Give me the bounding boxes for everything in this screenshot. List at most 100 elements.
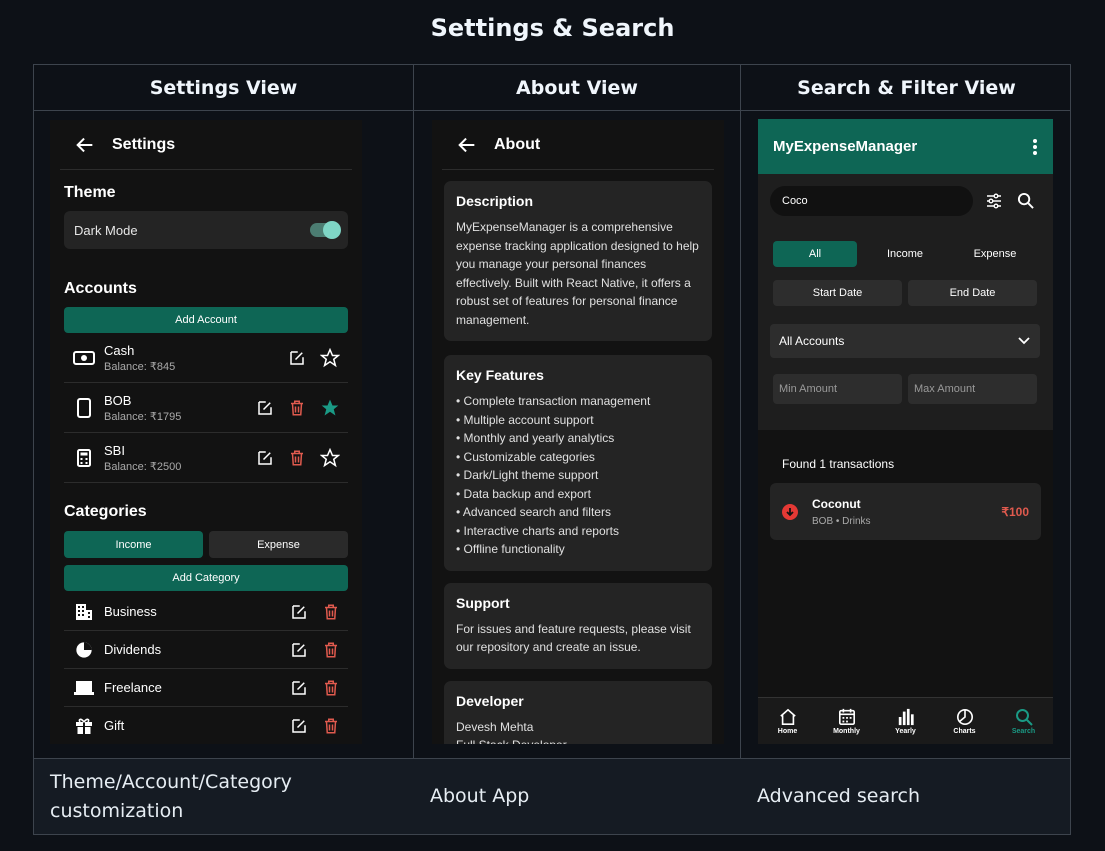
- nav-label: Charts: [953, 727, 976, 735]
- add-category-button[interactable]: Add Category: [64, 565, 348, 591]
- category-name: Dividends: [104, 642, 162, 657]
- trash-icon[interactable]: [288, 399, 306, 417]
- category-name: Business: [104, 604, 157, 619]
- features-card: Key Features • Complete transaction mana…: [444, 355, 712, 571]
- edit-icon[interactable]: [256, 399, 274, 417]
- more-vert-icon[interactable]: [1032, 138, 1038, 156]
- dark-mode-toggle[interactable]: [310, 221, 341, 239]
- search-screen: MyExpenseManager Coco All Income Expense…: [758, 119, 1053, 744]
- max-amount-input[interactable]: Max Amount: [908, 374, 1037, 404]
- edit-icon[interactable]: [288, 349, 306, 367]
- account-row[interactable]: Cash Balance: ₹845: [64, 333, 348, 383]
- min-amount-input[interactable]: Min Amount: [773, 374, 902, 404]
- card-heading: Key Features: [456, 367, 544, 383]
- card-heading: Developer: [456, 692, 524, 709]
- caption-settings: Theme/Account/Category customization: [50, 770, 292, 822]
- edit-icon[interactable]: [290, 679, 308, 697]
- account-name: Cash: [104, 342, 135, 358]
- column-header-about: About View: [516, 77, 638, 99]
- nav-label: Search: [1011, 727, 1036, 735]
- tab-income[interactable]: Income: [64, 531, 203, 558]
- trash-icon[interactable]: [322, 603, 340, 621]
- back-arrow-icon[interactable]: [456, 134, 478, 156]
- feature-item: • Dark/Light theme support: [456, 468, 599, 482]
- edit-icon[interactable]: [290, 717, 308, 735]
- search-icon: [1015, 708, 1033, 726]
- nav-label: Yearly: [895, 727, 916, 735]
- column-header-settings: Settings View: [149, 77, 298, 99]
- pie-icon: [76, 641, 92, 658]
- search-input[interactable]: Coco: [770, 186, 973, 216]
- settings-screen: Settings Theme Dark Mode Accounts Add Ac…: [50, 120, 362, 744]
- dark-mode-label: Dark Mode: [74, 222, 138, 238]
- tab-all[interactable]: All: [773, 241, 857, 267]
- end-date-button[interactable]: End Date: [908, 280, 1037, 306]
- category-row[interactable]: Freelance: [64, 669, 348, 707]
- feature-item: • Monthly and yearly analytics: [456, 431, 615, 445]
- nav-monthly[interactable]: Monthly: [817, 698, 876, 744]
- trash-icon[interactable]: [322, 717, 340, 735]
- trash-icon[interactable]: [322, 679, 340, 697]
- category-row[interactable]: Business: [64, 593, 348, 631]
- transaction-amount: ₹100: [1001, 504, 1029, 519]
- nav-yearly[interactable]: Yearly: [876, 698, 935, 744]
- nav-label: Home: [777, 727, 798, 735]
- theme-heading: Theme: [64, 184, 116, 201]
- edit-icon[interactable]: [256, 449, 274, 467]
- calculator-icon: [77, 448, 91, 467]
- feature-item: • Offline functionality: [456, 542, 565, 556]
- pie-chart-icon: [956, 708, 973, 725]
- filter-sliders-icon[interactable]: [986, 193, 1002, 209]
- transaction-meta: BOB • Drinks: [812, 515, 871, 527]
- account-name: BOB: [104, 392, 132, 408]
- nav-label: Monthly: [833, 727, 860, 735]
- screen-title: About: [494, 135, 541, 153]
- chevron-down-icon: [1018, 337, 1030, 345]
- support-text: For issues and feature requests, please …: [456, 621, 691, 655]
- add-account-button[interactable]: Add Account: [64, 307, 348, 333]
- account-row[interactable]: SBI Balance: ₹2500: [64, 433, 348, 483]
- category-row[interactable]: Dividends: [64, 631, 348, 669]
- edit-icon[interactable]: [290, 641, 308, 659]
- feature-item: • Advanced search and filters: [456, 505, 611, 519]
- app-title: MyExpenseManager: [773, 138, 918, 155]
- edit-icon[interactable]: [290, 603, 308, 621]
- feature-item: • Complete transaction management: [456, 394, 651, 408]
- tab-income[interactable]: Income: [863, 241, 947, 267]
- transaction-row[interactable]: Coconut BOB • Drinks ₹100: [770, 483, 1041, 540]
- star-outline-icon[interactable]: [320, 347, 340, 368]
- bar-chart-icon: [898, 708, 914, 725]
- account-balance: Balance: ₹845: [104, 360, 176, 373]
- card-heading: Support: [456, 594, 510, 611]
- card-heading: Description: [456, 193, 534, 209]
- back-arrow-icon[interactable]: [74, 134, 96, 156]
- account-name: SBI: [104, 442, 125, 458]
- screen-title: Settings: [112, 135, 176, 153]
- search-icon[interactable]: [1017, 192, 1034, 209]
- home-icon: [779, 708, 796, 725]
- developer-name: Devesh Mehta: [456, 719, 534, 734]
- feature-item: • Multiple account support: [456, 412, 594, 427]
- description-text: MyExpenseManager is a comprehensive expe…: [456, 220, 699, 327]
- tab-expense[interactable]: Expense: [953, 241, 1037, 267]
- dark-mode-row: Dark Mode: [64, 211, 348, 249]
- trash-icon[interactable]: [288, 449, 306, 467]
- star-filled-icon[interactable]: [320, 398, 340, 418]
- nav-search[interactable]: Search: [994, 698, 1053, 744]
- account-row[interactable]: BOB Balance: ₹1795: [64, 383, 348, 433]
- developer-card: Developer Devesh Mehta Full Stack Develo…: [444, 680, 712, 744]
- bottom-nav: Home Monthly Yearly Charts Search: [758, 697, 1053, 744]
- category-name: Freelance: [104, 680, 162, 695]
- category-row[interactable]: Gift: [64, 707, 348, 744]
- cash-icon: [73, 350, 95, 365]
- trash-icon[interactable]: [322, 641, 340, 659]
- account-balance: Balance: ₹1795: [104, 410, 182, 423]
- star-outline-icon[interactable]: [320, 447, 340, 468]
- expense-arrow-icon: [782, 503, 798, 520]
- nav-charts[interactable]: Charts: [935, 698, 994, 744]
- start-date-button[interactable]: Start Date: [773, 280, 902, 306]
- feature-item: • Customizable categories: [456, 449, 595, 464]
- tab-expense[interactable]: Expense: [209, 531, 348, 558]
- account-select[interactable]: All Accounts: [770, 324, 1040, 358]
- nav-home[interactable]: Home: [758, 698, 817, 744]
